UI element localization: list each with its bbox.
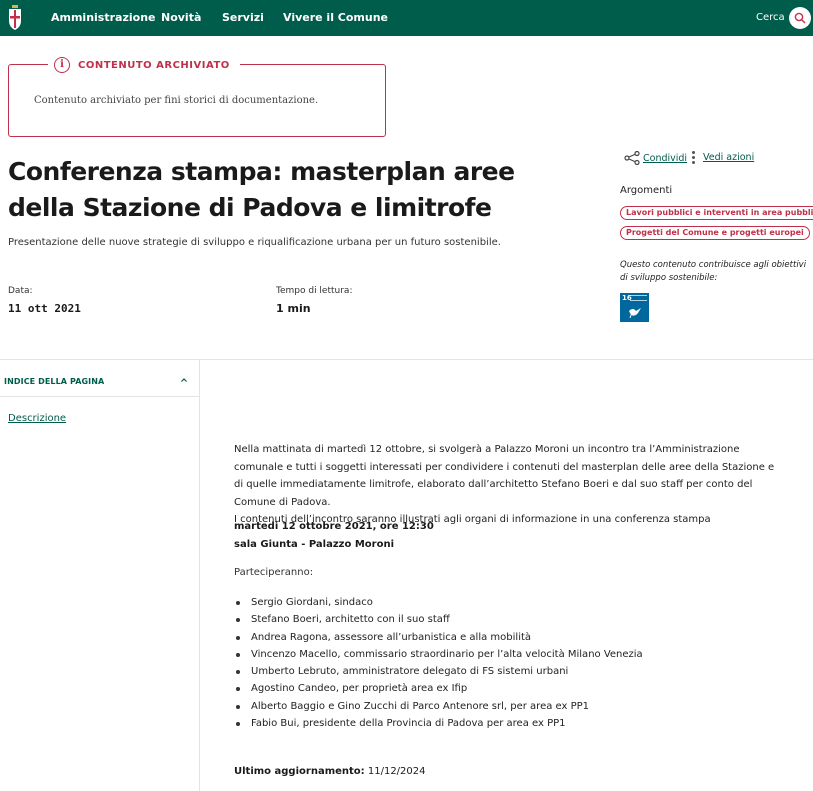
page-title: Conferenza stampa: masterplan aree della… <box>8 157 515 222</box>
search-icon <box>794 12 806 24</box>
list-item: Stefano Boeri, architetto con il suo sta… <box>234 611 643 628</box>
sdg-note: Questo contenuto contribuisce agli obiet… <box>620 260 807 283</box>
archived-content-notice: i CONTENUTO ARCHIVIATO Contenuto archivi… <box>8 56 386 137</box>
description-paragraph: Nella mattinata di martedì 12 ottobre, s… <box>234 441 779 529</box>
search-button[interactable] <box>789 7 811 29</box>
reading-time-value: 1 min <box>276 302 311 315</box>
page-subtitle: Presentazione delle nuove strategie di s… <box>8 237 501 248</box>
sdg-16-badge[interactable]: 16 <box>620 293 649 322</box>
list-item: Agostino Candeo, per proprietà area ex I… <box>234 680 643 697</box>
topic-tag-progetti-comune[interactable]: Progetti del Comune e progetti europei <box>620 226 810 240</box>
list-item: Andrea Ragona, assessore all’urbanistica… <box>234 629 643 646</box>
event-place: sala Giunta - Palazzo Moroni <box>234 539 395 550</box>
list-item: Alberto Baggio e Gino Zucchi di Parco An… <box>234 698 643 715</box>
nav-item-amministrazione[interactable]: Amministrazione <box>51 0 155 36</box>
description-text: Nella mattinata di martedì 12 ottobre, s… <box>234 444 775 508</box>
nav-item-servizi[interactable]: Servizi <box>222 0 264 36</box>
share-button[interactable]: Condividi <box>624 151 687 165</box>
event-time: martedì 12 ottobre 2021, ore 12:30 <box>234 521 434 532</box>
info-icon: i <box>54 57 70 73</box>
list-item: Sergio Giordani, sindaco <box>234 594 643 611</box>
vertical-dots-icon <box>692 151 695 164</box>
archived-content-text: Contenuto archiviato per fini storici di… <box>34 95 319 106</box>
list-item: Umberto Lebruto, amministratore delegato… <box>234 663 643 680</box>
nav-item-novita[interactable]: Novità <box>161 0 201 36</box>
date-label: Data: <box>8 286 33 296</box>
dove-icon <box>629 308 641 319</box>
section-divider <box>0 359 813 360</box>
topic-tag-lavori-pubblici[interactable]: Lavori pubblici e interventi in area pub… <box>620 206 813 220</box>
chevron-up-icon[interactable] <box>180 376 188 384</box>
list-item: Fabio Bui, presidente della Provincia di… <box>234 715 643 732</box>
list-item: Vincenzo Macello, commissario straordina… <box>234 646 643 663</box>
reading-time-label: Tempo di lettura: <box>276 286 353 296</box>
archived-content-title: CONTENUTO ARCHIVIATO <box>78 59 230 71</box>
toc-heading[interactable]: INDICE DELLA PAGINA <box>4 377 104 386</box>
topics-label: Argomenti <box>620 185 673 196</box>
toc-item-descrizione[interactable]: Descrizione <box>8 413 66 424</box>
search-label[interactable]: Cerca <box>756 0 785 36</box>
archived-content-header: i CONTENUTO ARCHIVIATO <box>48 56 240 74</box>
share-label: Condividi <box>643 152 688 164</box>
actions-menu-button[interactable]: Vedi azioni <box>692 151 754 164</box>
actions-label: Vedi azioni <box>703 152 755 163</box>
sidebar-divider <box>199 360 200 791</box>
participants-list: Sergio Giordani, sindaco Stefano Boeri, … <box>234 594 643 732</box>
toc-divider <box>0 396 199 397</box>
last-update-value: 11/12/2024 <box>367 766 426 777</box>
date-value: 11 ott 2021 <box>8 302 81 315</box>
city-crest-logo[interactable] <box>8 5 22 31</box>
participants-label: Parteciperanno: <box>234 567 314 578</box>
sdg-label-lines <box>630 295 647 301</box>
nav-item-vivere-il-comune[interactable]: Vivere il Comune <box>283 0 388 36</box>
top-navigation-bar: Amministrazione Novità Servizi Vivere il… <box>0 0 813 36</box>
last-update-label: Ultimo aggiornamento: <box>234 766 365 777</box>
last-update: Ultimo aggiornamento: 11/12/2024 <box>234 766 426 777</box>
share-icon <box>624 151 640 165</box>
